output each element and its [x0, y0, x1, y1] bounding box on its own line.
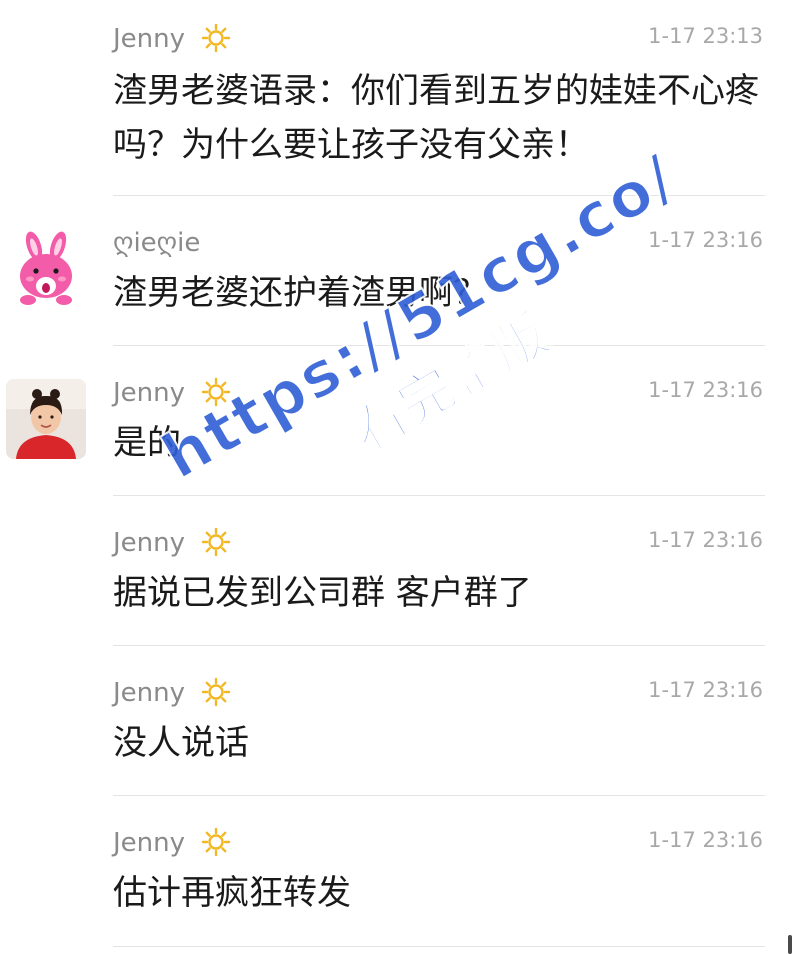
- watermark-overlay: https://51cg.co/ 看完整版: [149, 139, 724, 555]
- sun-badge-icon: [202, 23, 231, 53]
- comment-text: 是的: [113, 423, 181, 463]
- comment-username[interactable]: Jenny: [113, 526, 231, 560]
- comment-username[interactable]: Jenny: [113, 826, 231, 860]
- girl-avatar-image: [6, 379, 86, 459]
- comment-time: 1-17 23:16: [648, 378, 763, 402]
- comment-text: 没人说话: [113, 723, 249, 763]
- scrollbar[interactable]: [788, 935, 792, 954]
- divider: [113, 195, 765, 196]
- username-text[interactable]: Jenny: [113, 678, 185, 708]
- comment-time: 1-17 23:16: [648, 678, 763, 702]
- sun-badge-icon: [202, 677, 231, 707]
- comment-username[interactable]: Jenny: [113, 376, 231, 410]
- sun-badge-icon: [202, 827, 231, 857]
- username-text[interactable]: Jenny: [113, 528, 185, 558]
- comment-text: 渣男老婆语录：你们看到五岁的娃娃不心疼吗？为什么要让孩子没有父亲！: [113, 71, 759, 165]
- comment-text: 据说已发到公司群 客户群了: [113, 573, 532, 613]
- username-text[interactable]: Jenny: [113, 828, 185, 858]
- comment-time: 1-17 23:16: [648, 528, 763, 552]
- divider: [113, 645, 765, 646]
- comment-username[interactable]: Jenny: [113, 676, 231, 710]
- avatar-girl-photo[interactable]: [6, 379, 86, 459]
- divider: [113, 946, 765, 947]
- comment-text: 估计再疯狂转发: [113, 873, 351, 913]
- comment-username[interactable]: Jenny: [113, 22, 231, 56]
- divider: [113, 795, 765, 796]
- username-text[interactable]: Jenny: [113, 378, 185, 408]
- comment-time: 1-17 23:16: [648, 228, 763, 252]
- comment-text: 渣男老婆还护着渣男啊？: [113, 273, 487, 313]
- comment-time: 1-17 23:16: [648, 828, 763, 852]
- username-text[interactable]: ღieღie: [113, 228, 200, 258]
- username-text[interactable]: Jenny: [113, 24, 185, 54]
- avatar-pink-bunny[interactable]: [6, 228, 86, 308]
- bunny-avatar-image: [6, 228, 86, 308]
- sun-badge-icon: [202, 377, 231, 407]
- comment-thread: Jenny 1-17 23:13 渣男老婆语录：你们看到五岁的娃娃不心疼吗？为什…: [0, 0, 800, 954]
- sun-badge-icon: [202, 527, 231, 557]
- divider: [113, 345, 765, 346]
- comment-username[interactable]: ღieღie: [113, 226, 200, 260]
- divider: [113, 495, 765, 496]
- comment-time: 1-17 23:13: [648, 24, 763, 48]
